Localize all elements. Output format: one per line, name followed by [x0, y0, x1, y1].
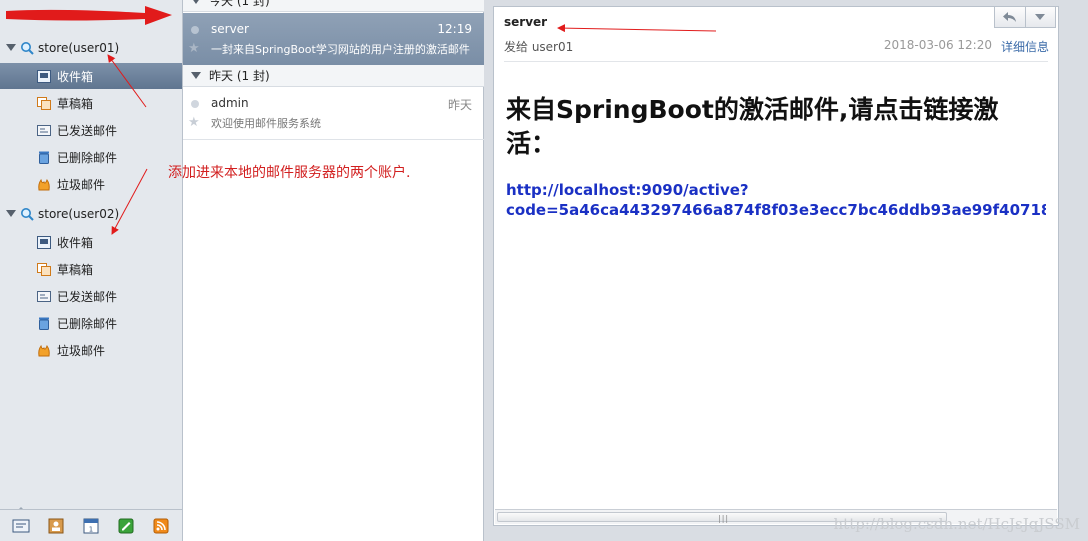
star-icon[interactable]: ★: [188, 116, 200, 130]
folder-trash-user01[interactable]: 已删除邮件: [0, 144, 182, 170]
contacts-icon[interactable]: [47, 518, 65, 534]
folder-trash-user02[interactable]: 已删除邮件: [0, 310, 182, 336]
message-subject: 一封来自SpringBoot学习网站的用户注册的激活邮件: [211, 43, 470, 56]
expand-triangle-icon[interactable]: [6, 210, 16, 217]
message-time: 12:19: [437, 22, 472, 36]
activation-link-line2[interactable]: code=5a46ca443297466a874f8f03e3ecc7bc46d…: [506, 200, 1046, 220]
trash-icon: [39, 317, 49, 330]
message-sender: admin: [211, 96, 249, 110]
reply-button[interactable]: [995, 7, 1025, 27]
junk-icon: [38, 178, 50, 190]
folder-inbox-user02[interactable]: 收件箱: [0, 229, 182, 255]
mail-store-icon: [21, 207, 34, 221]
unread-dot-icon[interactable]: [191, 26, 199, 34]
annotation-text: 添加进来本地的邮件服务器的两个账户.: [168, 165, 411, 181]
folder-inbox-user01[interactable]: 收件箱: [0, 63, 182, 89]
folder-label: 已删除邮件: [57, 150, 118, 165]
message-item-server[interactable]: ★ server 12:19 一封来自SpringBoot学习网站的用户注册的激…: [183, 13, 484, 65]
folder-label: 垃圾邮件: [57, 177, 106, 192]
list-divider: [183, 139, 484, 140]
reply-arrow-icon: [1002, 12, 1016, 22]
drafts-icon: [37, 96, 51, 110]
folder-label: 已发送邮件: [57, 123, 118, 138]
folder-label: 已发送邮件: [57, 289, 118, 304]
activation-link-line1[interactable]: http://localhost:9090/active?: [506, 180, 1046, 200]
svg-text:1: 1: [89, 525, 93, 533]
unread-dot-icon[interactable]: [191, 100, 199, 108]
folder-sent-user02[interactable]: 已发送邮件: [0, 283, 182, 309]
folder-label: 收件箱: [57, 235, 94, 250]
watermark: http://blog.csdn.net/HcJsJqJSSM: [833, 515, 1081, 533]
message-time: 昨天: [447, 98, 472, 112]
folder-label: 垃圾邮件: [57, 343, 106, 358]
folder-label: 草稿箱: [57, 96, 94, 111]
collapse-triangle-icon[interactable]: [191, 0, 201, 4]
app-switcher-bar: 1: [0, 509, 182, 541]
details-link[interactable]: 详细信息: [1001, 38, 1049, 55]
group-header-yesterday[interactable]: 昨天 (1 封): [183, 65, 484, 87]
group-header-today[interactable]: 今天 (1 封): [183, 0, 484, 12]
email-date: 2018-03-06 12:20: [883, 38, 992, 52]
calendar-icon[interactable]: 1: [82, 518, 100, 534]
message-subject: 欢迎使用邮件服务系统: [211, 117, 321, 130]
header-divider: [504, 61, 1048, 62]
folder-drafts-user02[interactable]: 草稿箱: [0, 256, 182, 282]
expand-triangle-icon[interactable]: [6, 44, 16, 51]
mail-icon[interactable]: [12, 518, 30, 534]
sent-icon: [37, 124, 51, 136]
folder-drafts-user01[interactable]: 草稿箱: [0, 90, 182, 116]
collapse-triangle-icon[interactable]: [191, 72, 201, 79]
email-from: server: [504, 15, 548, 29]
trash-icon: [39, 151, 49, 164]
reply-toolbar: [994, 7, 1056, 28]
mail-store-icon: [21, 41, 34, 55]
rss-icon[interactable]: [152, 518, 170, 534]
folder-sent-user01[interactable]: 已发送邮件: [0, 117, 182, 143]
group-label: 昨天 (1 封): [209, 69, 270, 83]
group-label: 今天 (1 封): [209, 0, 270, 8]
chevron-down-icon: [1035, 14, 1046, 20]
inbox-icon: [37, 235, 51, 249]
account-user01[interactable]: store(user01): [0, 34, 182, 61]
scrollbar-grip-icon: |||: [718, 514, 730, 523]
reading-pane: server 发给 user01 2018-03-06 12:20 详细信息 来…: [493, 6, 1059, 526]
account-label: store(user02): [38, 206, 120, 221]
email-body-heading: 来自SpringBoot的激活邮件,请点击链接激活：: [506, 95, 999, 158]
notes-icon[interactable]: [117, 518, 135, 534]
folder-junk-user02[interactable]: 垃圾邮件: [0, 337, 182, 363]
message-list: 今天 (1 封) ★ server 12:19 一封来自SpringBoot学习…: [183, 0, 484, 541]
junk-icon: [38, 344, 50, 356]
folder-label: 草稿箱: [57, 262, 94, 277]
message-item-admin[interactable]: ★ admin 昨天 欢迎使用邮件服务系统: [183, 87, 484, 139]
sidebar-top-bar: [0, 0, 182, 33]
star-icon[interactable]: ★: [188, 42, 200, 56]
account-label: store(user01): [38, 40, 120, 55]
email-recipient: 发给 user01: [504, 40, 574, 54]
message-sender: server: [211, 22, 249, 36]
folder-label: 已删除邮件: [57, 316, 118, 331]
activation-link[interactable]: http://localhost:9090/active? code=5a46c…: [506, 180, 1046, 220]
folder-label: 收件箱: [57, 69, 94, 84]
more-actions-button[interactable]: [1024, 7, 1056, 27]
drafts-icon: [37, 262, 51, 276]
sidebar: store(user01) 收件箱 草稿箱 已发送邮件 已删除邮件 垃圾邮件 s…: [0, 0, 183, 541]
sent-icon: [37, 290, 51, 302]
inbox-icon: [37, 69, 51, 83]
account-user02[interactable]: store(user02): [0, 200, 182, 227]
folder-junk-user01[interactable]: 垃圾邮件: [0, 171, 182, 197]
